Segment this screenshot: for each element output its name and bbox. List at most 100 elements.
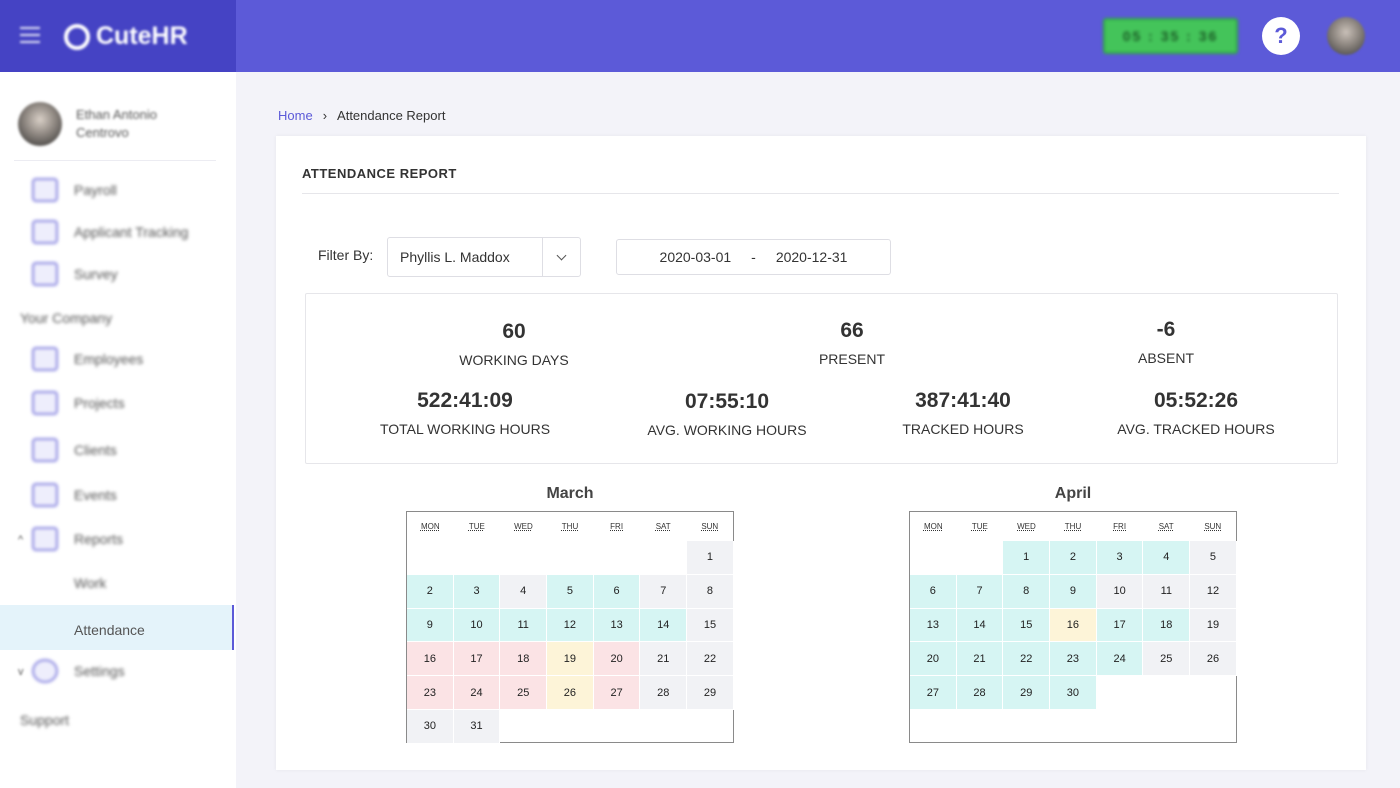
- user-profile[interactable]: Ethan Antonio Centrovo: [18, 102, 196, 146]
- calendar-day[interactable]: 2: [1050, 541, 1097, 575]
- calendar-day[interactable]: 7: [640, 574, 688, 609]
- calendar-day[interactable]: 22: [1003, 642, 1051, 677]
- calendar-day[interactable]: 5: [1190, 541, 1237, 575]
- calendar-day[interactable]: 7: [956, 574, 1004, 609]
- stat-present: 66 PRESENT: [732, 319, 972, 367]
- calendar-day[interactable]: 5: [547, 574, 594, 609]
- calendar-day[interactable]: 30: [407, 709, 454, 744]
- sidebar-item-reports[interactable]: Reports: [32, 527, 123, 551]
- calendar-day[interactable]: 16: [1050, 608, 1097, 643]
- calendar-day[interactable]: 20: [593, 642, 641, 677]
- calendar-day[interactable]: 18: [500, 642, 548, 677]
- sidebar-item-settings[interactable]: Settings: [32, 659, 125, 683]
- sidebar-item-payroll[interactable]: Payroll: [32, 178, 117, 202]
- top-bar: CuteHR 05 : 35 : 36 ?: [0, 0, 1400, 72]
- calendar-day[interactable]: 6: [593, 574, 641, 609]
- stat-label: TRACKED HOURS: [902, 421, 1024, 437]
- logo[interactable]: CuteHR: [64, 22, 188, 51]
- stat-value: 387:41:40: [915, 389, 1011, 412]
- calendar-day[interactable]: 9: [1050, 574, 1097, 609]
- employee-select[interactable]: Phyllis L. Maddox: [387, 237, 581, 277]
- calendar-day[interactable]: 26: [547, 676, 594, 710]
- calendar-day[interactable]: 25: [500, 676, 548, 710]
- calendar-day[interactable]: 16: [407, 642, 454, 677]
- calendar-day[interactable]: 17: [1096, 608, 1144, 643]
- calendar-day[interactable]: 12: [1190, 574, 1237, 609]
- calendar-day[interactable]: 14: [956, 608, 1004, 643]
- chevron-right-icon: ›: [322, 108, 328, 123]
- calendar-day[interactable]: 19: [1190, 608, 1237, 643]
- calendar-day[interactable]: 9: [407, 608, 454, 643]
- timer-button[interactable]: 05 : 35 : 36: [1103, 18, 1238, 54]
- chevron-down-icon[interactable]: [542, 238, 580, 276]
- calendar-day[interactable]: 4: [500, 574, 548, 609]
- calendar-day[interactable]: 23: [1050, 642, 1097, 677]
- calendar-day[interactable]: 30: [1050, 676, 1097, 710]
- calendar-day[interactable]: 15: [687, 608, 734, 643]
- sidebar-item-survey[interactable]: Survey: [32, 262, 118, 286]
- sidebar-item-events[interactable]: Events: [32, 483, 117, 507]
- calendar-day[interactable]: 15: [1003, 608, 1051, 643]
- calendar-day[interactable]: 31: [453, 709, 501, 744]
- calendar-empty-cell: [910, 541, 957, 575]
- calendar-day[interactable]: 25: [1143, 642, 1191, 677]
- calendar-day[interactable]: 13: [910, 608, 957, 643]
- weekday-label: FRI: [1113, 522, 1127, 531]
- breadcrumb-home[interactable]: Home: [278, 108, 313, 123]
- calendar-day[interactable]: 11: [500, 608, 548, 643]
- sidebar-item-label: Survey: [74, 266, 118, 282]
- user-avatar[interactable]: [1327, 17, 1365, 55]
- calendar-day[interactable]: 12: [547, 608, 594, 643]
- calendar-day[interactable]: 26: [1190, 642, 1237, 677]
- sidebar-sub-attendance[interactable]: Attendance: [74, 622, 145, 638]
- calendar-day[interactable]: 3: [453, 574, 501, 609]
- chevron-down-icon[interactable]: v: [18, 666, 24, 678]
- calendar-day[interactable]: 14: [640, 608, 688, 643]
- calendar-empty-cell: [593, 541, 641, 575]
- brand-area: CuteHR: [0, 0, 236, 72]
- calendar-day[interactable]: 11: [1143, 574, 1191, 609]
- help-icon[interactable]: ?: [1262, 17, 1300, 55]
- sidebar-sub-work[interactable]: Work: [74, 575, 106, 591]
- calendar-day[interactable]: 10: [453, 608, 501, 643]
- calendar-day[interactable]: 27: [910, 676, 957, 710]
- survey-icon: [32, 262, 58, 286]
- sidebar-item-clients[interactable]: Clients: [32, 438, 117, 462]
- breadcrumb: Home › Attendance Report: [278, 108, 445, 123]
- menu-icon[interactable]: [20, 27, 40, 43]
- sidebar-item-applicant-tracking[interactable]: Applicant Tracking: [32, 220, 188, 244]
- sidebar-item-support[interactable]: Support: [20, 712, 69, 728]
- calendar-day[interactable]: 1: [1003, 541, 1051, 575]
- chevron-up-icon[interactable]: ^: [18, 534, 23, 546]
- calendar-day[interactable]: 10: [1096, 574, 1144, 609]
- calendar-day[interactable]: 3: [1096, 541, 1144, 575]
- calendar-day[interactable]: 21: [956, 642, 1004, 677]
- calendar-day[interactable]: 2: [407, 574, 454, 609]
- sidebar-item-employees[interactable]: Employees: [32, 347, 143, 371]
- calendar-day[interactable]: 8: [687, 574, 734, 609]
- sidebar-item-projects[interactable]: Projects: [32, 391, 125, 415]
- calendar-day[interactable]: 18: [1143, 608, 1191, 643]
- calendar-day[interactable]: 28: [956, 676, 1004, 710]
- calendar-day[interactable]: 23: [407, 676, 454, 710]
- calendar-day[interactable]: 20: [910, 642, 957, 677]
- month-title-march: March: [546, 485, 594, 502]
- calendar-day[interactable]: 22: [687, 642, 734, 677]
- date-range-picker[interactable]: 2020-03-01 - 2020-12-31: [616, 239, 891, 275]
- calendar-day[interactable]: 29: [1003, 676, 1051, 710]
- calendar-day[interactable]: 21: [640, 642, 688, 677]
- calendar-day[interactable]: 29: [687, 676, 734, 710]
- calendar-day[interactable]: 28: [640, 676, 688, 710]
- avatar: [18, 102, 62, 146]
- calendar-day[interactable]: 24: [1096, 642, 1144, 677]
- calendar-day[interactable]: 27: [593, 676, 641, 710]
- calendar-day[interactable]: 24: [453, 676, 501, 710]
- calendar-day[interactable]: 13: [593, 608, 641, 643]
- calendar-day[interactable]: 17: [453, 642, 501, 677]
- calendar-day[interactable]: 8: [1003, 574, 1051, 609]
- calendar-day[interactable]: 19: [547, 642, 594, 677]
- calendar-day[interactable]: 6: [910, 574, 957, 609]
- calendar-day[interactable]: 1: [687, 541, 734, 575]
- calendar-day[interactable]: 4: [1143, 541, 1191, 575]
- applicant-icon: [32, 220, 58, 244]
